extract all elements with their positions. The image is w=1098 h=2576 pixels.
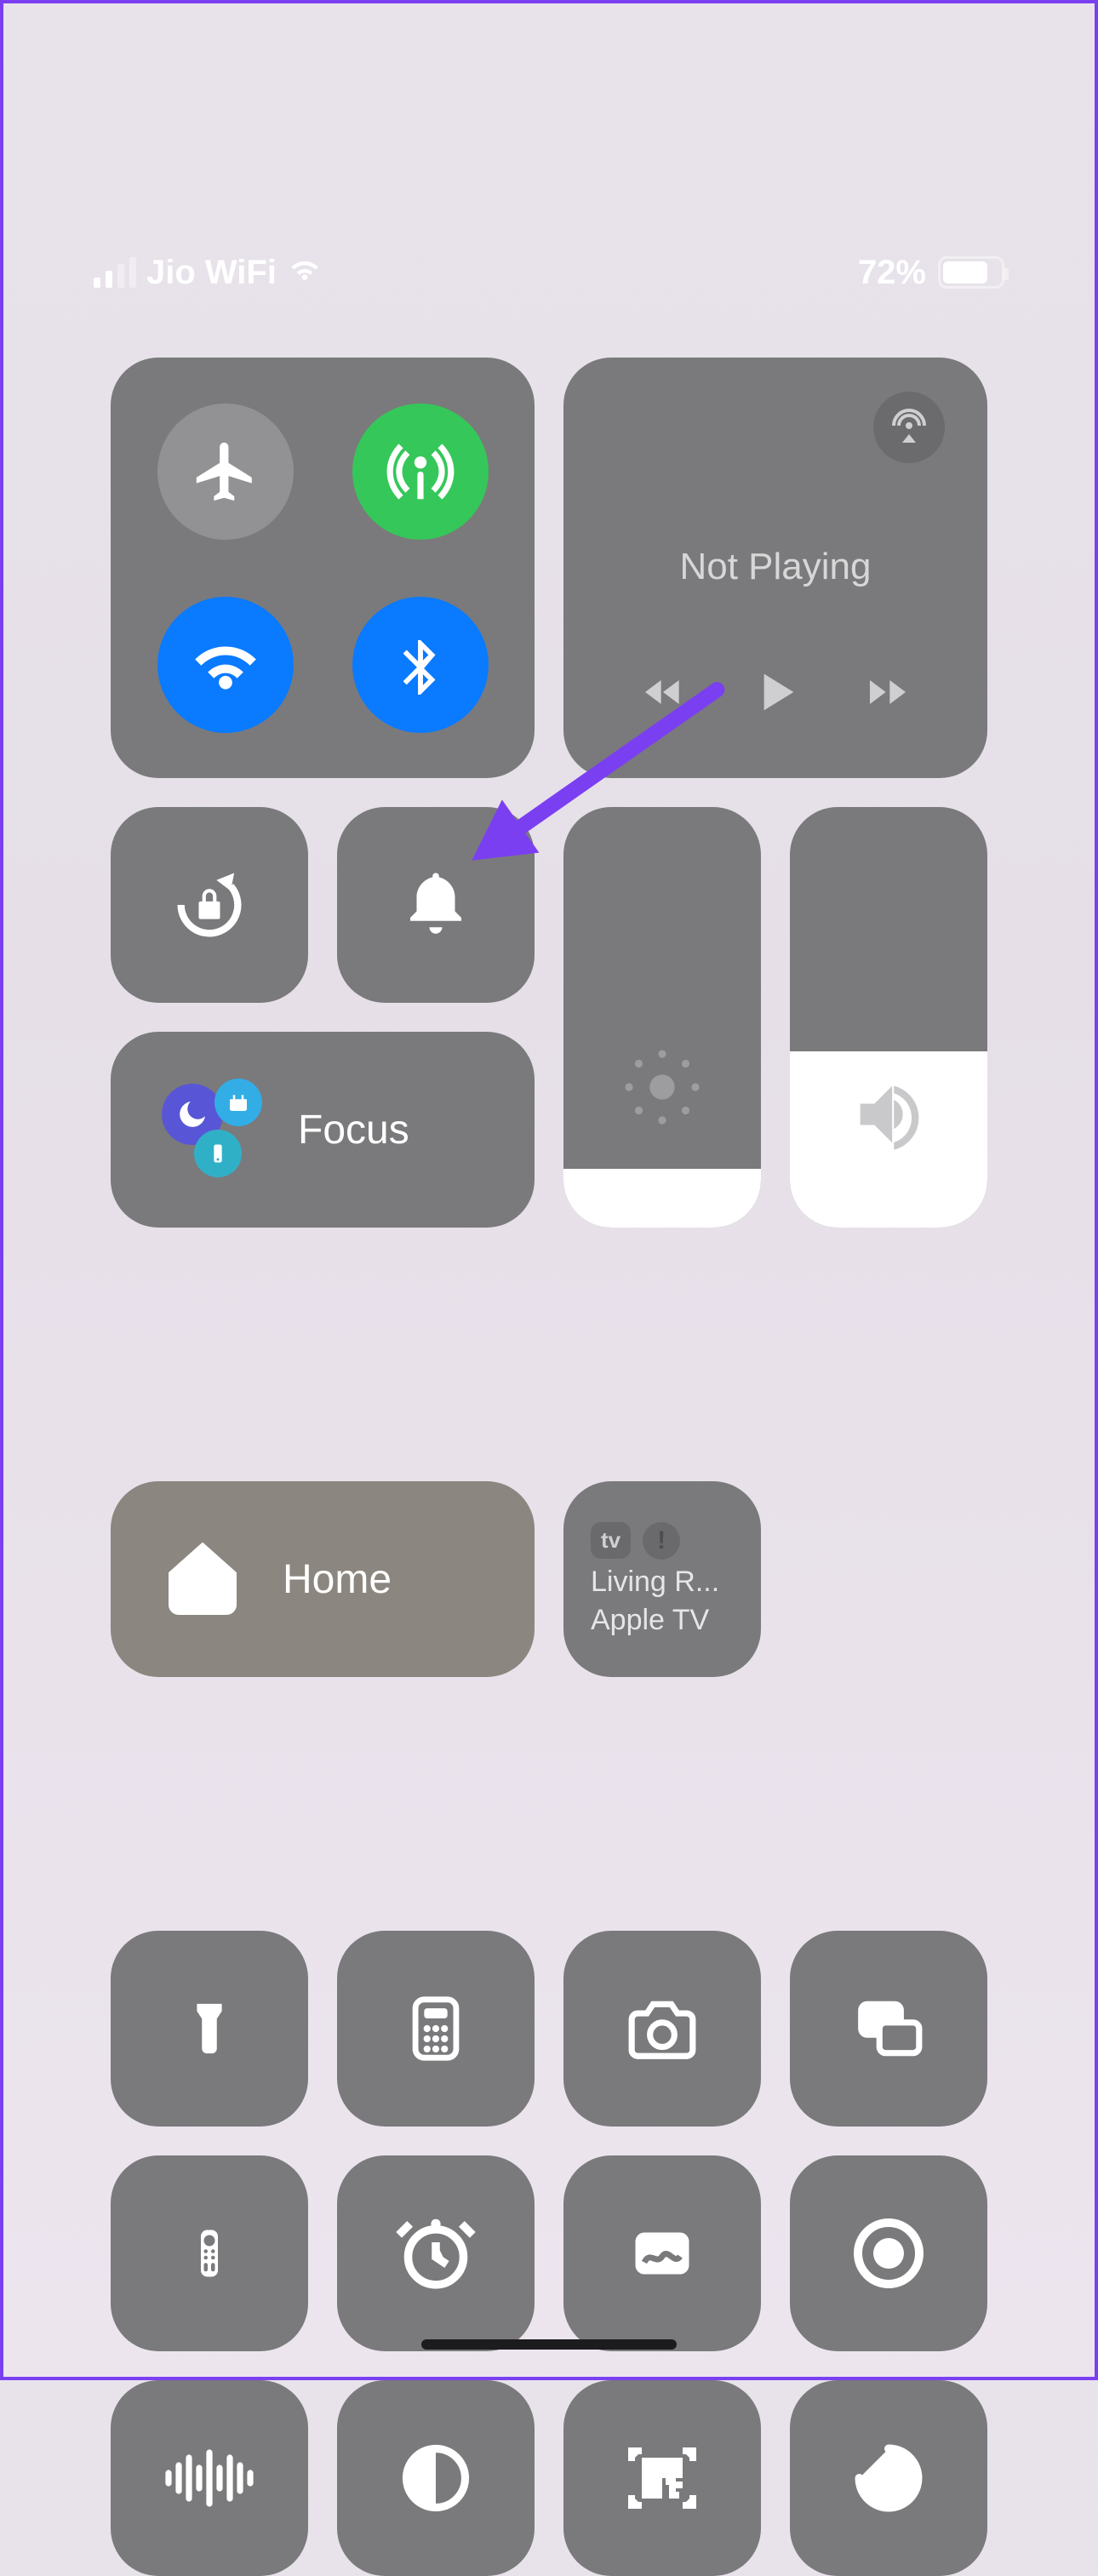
volume-icon: [846, 1072, 931, 1157]
screen-mirroring-button[interactable]: [790, 1931, 987, 2127]
battery-percent-label: 72%: [858, 254, 926, 292]
airplay-icon[interactable]: [873, 392, 945, 463]
calculator-button[interactable]: [337, 1931, 535, 2127]
cellular-signal-icon: [94, 257, 136, 288]
volume-fill: [790, 1051, 987, 1228]
bluetooth-toggle[interactable]: [352, 597, 489, 733]
home-module[interactable]: Home: [111, 1481, 535, 1677]
airplane-mode-toggle[interactable]: [157, 404, 294, 540]
blank: [790, 1481, 987, 1677]
camera-button[interactable]: [563, 1931, 761, 2127]
volume-slider[interactable]: [790, 807, 987, 1228]
freeform-button[interactable]: [563, 2155, 761, 2351]
wifi-toggle[interactable]: [157, 597, 294, 733]
brightness-icon: [563, 1040, 761, 1134]
focus-icons-stack: [162, 1079, 264, 1181]
warning-icon: !: [643, 1522, 680, 1560]
focus-label: Focus: [298, 1107, 409, 1153]
spacer: [111, 1706, 987, 1745]
status-right: 72%: [858, 254, 1004, 292]
alarm-button[interactable]: [337, 2155, 535, 2351]
play-icon[interactable]: [748, 661, 803, 727]
sound-recognition-button[interactable]: [111, 2380, 308, 2576]
dark-mode-toggle[interactable]: [337, 2380, 535, 2576]
brightness-fill: [563, 1169, 761, 1228]
control-center-grid: Not Playing Focus: [111, 358, 987, 2576]
status-bar: Jio WiFi 72%: [0, 238, 1098, 306]
rewind-icon[interactable]: [633, 668, 693, 720]
qr-scanner-button[interactable]: [563, 2380, 761, 2576]
silent-mode-toggle[interactable]: [337, 807, 535, 1003]
connectivity-module[interactable]: [111, 358, 535, 778]
flashlight-toggle[interactable]: [111, 1931, 308, 2127]
spacer: [111, 1257, 987, 1265]
tv-badge-icon: tv: [591, 1522, 631, 1559]
timer-button[interactable]: [790, 2380, 987, 2576]
apple-tv-tile[interactable]: tv ! Living R... Apple TV: [563, 1481, 761, 1677]
media-module[interactable]: Not Playing: [563, 358, 987, 778]
apple-tv-remote-button[interactable]: [111, 2155, 308, 2351]
orientation-lock-toggle[interactable]: [111, 807, 308, 1003]
home-label: Home: [283, 1556, 392, 1603]
home-indicator[interactable]: [421, 2339, 677, 2350]
apple-tv-line2: Apple TV: [591, 1605, 734, 1636]
forward-icon[interactable]: [858, 668, 918, 720]
brightness-slider[interactable]: [563, 807, 761, 1228]
focus-module[interactable]: Focus: [111, 1032, 535, 1228]
apple-tv-line1: Living R...: [591, 1566, 734, 1598]
now-playing-label: Not Playing: [606, 546, 945, 588]
cellular-data-toggle[interactable]: [352, 404, 489, 540]
home-icon: [162, 1537, 243, 1623]
apple-tv-badges: tv !: [591, 1522, 734, 1560]
status-left: Jio WiFi: [94, 250, 323, 295]
carrier-label: Jio WiFi: [146, 254, 277, 292]
wifi-status-icon: [287, 250, 323, 295]
media-controls: [606, 661, 945, 727]
battery-icon: [938, 256, 1004, 289]
screen-record-button[interactable]: [790, 2155, 987, 2351]
